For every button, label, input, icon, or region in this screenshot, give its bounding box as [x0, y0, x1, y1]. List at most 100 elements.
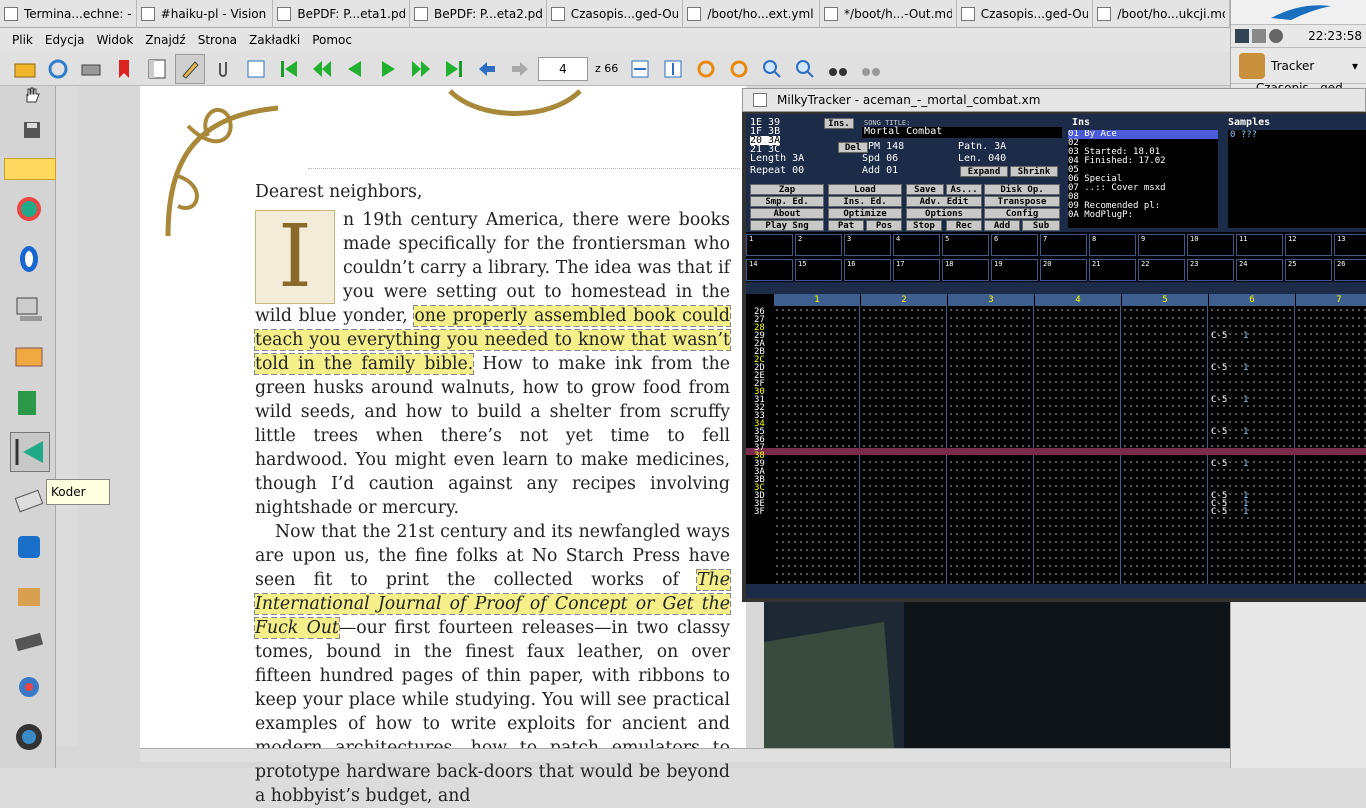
- computer-icon[interactable]: [14, 294, 44, 324]
- horizontal-scrollbar[interactable]: [140, 748, 1230, 762]
- zoom-in-icon[interactable]: [757, 54, 787, 84]
- hand-tool-icon[interactable]: [22, 86, 42, 106]
- drive-icon[interactable]: [14, 626, 44, 656]
- close-box-icon[interactable]: [753, 93, 767, 107]
- channel-scope[interactable]: 4: [893, 234, 940, 256]
- channel-scope[interactable]: 22: [1138, 259, 1185, 281]
- instrument-list[interactable]: 01 By Ace 02 03 Started: 18.01 04 Finished:…: [1068, 130, 1218, 228]
- add-button[interactable]: Add: [984, 220, 1020, 231]
- disk-op-button[interactable]: Disk Op.: [984, 184, 1060, 195]
- menu-item[interactable]: Widok: [90, 33, 139, 47]
- load-button[interactable]: Load: [828, 184, 902, 195]
- package-icon[interactable]: [14, 580, 44, 610]
- channel-header[interactable]: 5: [1122, 294, 1208, 306]
- previous-page-icon[interactable]: [340, 54, 370, 84]
- note-cell[interactable]: C-5: [1211, 428, 1227, 437]
- channel-scope[interactable]: 20: [1040, 259, 1087, 281]
- reload-icon[interactable]: [43, 54, 73, 84]
- instrument-cell[interactable]: 1: [1243, 396, 1248, 405]
- channel-column[interactable]: [1209, 306, 1295, 584]
- instrument-item[interactable]: 0A ModPlugP:: [1068, 211, 1218, 220]
- taskbar-tab[interactable]: BePDF: P...eta2.pdf: [410, 0, 547, 28]
- media-player-icon[interactable]: [14, 722, 44, 752]
- taskbar-tab[interactable]: Termina...echne: --: [0, 0, 137, 28]
- channel-scope[interactable]: 9: [1138, 234, 1185, 256]
- rotate-left-icon[interactable]: [724, 54, 754, 84]
- channel-scope[interactable]: 16: [844, 259, 891, 281]
- channel-header[interactable]: 6: [1209, 294, 1295, 306]
- channel-scope[interactable]: 5: [942, 234, 989, 256]
- taskbar-tab[interactable]: */boot/h...-Out.md: [820, 0, 957, 28]
- taskbar-tab[interactable]: BePDF: P...eta1.pdf: [273, 0, 411, 28]
- note-cell[interactable]: C-5: [1211, 508, 1227, 517]
- fast-forward-icon[interactable]: [406, 54, 436, 84]
- transpose-button[interactable]: Transpose: [984, 196, 1060, 207]
- expand-button[interactable]: Expand: [960, 166, 1008, 177]
- forward-icon[interactable]: [505, 54, 535, 84]
- tracker-app-button[interactable]: Tracker ▾: [1231, 48, 1366, 84]
- instrument-item[interactable]: 01 By Ace: [1068, 130, 1218, 139]
- instrument-cell[interactable]: 1: [1243, 332, 1248, 341]
- back-icon[interactable]: [472, 54, 502, 84]
- rotate-right-icon[interactable]: [691, 54, 721, 84]
- ins-ed-button[interactable]: Ins. Ed.: [828, 196, 902, 207]
- channel-column[interactable]: [948, 306, 1034, 584]
- channel-scope[interactable]: 7: [1040, 234, 1087, 256]
- channel-scope[interactable]: 18: [942, 259, 989, 281]
- last-page-icon[interactable]: [439, 54, 469, 84]
- channel-scope[interactable]: 12: [1285, 234, 1332, 256]
- sidebar-toggle-icon[interactable]: [142, 54, 172, 84]
- channel-scope[interactable]: 10: [1187, 234, 1234, 256]
- optimize-button[interactable]: Optimize: [828, 208, 902, 219]
- fit-width-icon[interactable]: [625, 54, 655, 84]
- ins-button[interactable]: Ins.: [824, 118, 854, 129]
- channel-header[interactable]: 2: [861, 294, 947, 306]
- pos-button[interactable]: Pos: [866, 220, 902, 231]
- channel-scope[interactable]: 21: [1089, 259, 1136, 281]
- instrument-item[interactable]: 07 ..:: Cover msxd: [1068, 184, 1218, 193]
- taskbar-tab[interactable]: Czasopis...ged-Out: [957, 0, 1094, 28]
- annotate-pen-icon[interactable]: [175, 53, 205, 84]
- channel-scope[interactable]: 26: [1334, 259, 1366, 281]
- instrument-item[interactable]: 04 Finished: 17.02: [1068, 157, 1218, 166]
- home-folder-icon[interactable]: [14, 340, 44, 370]
- channel-column[interactable]: [861, 306, 947, 584]
- channel-scope[interactable]: 15: [795, 259, 842, 281]
- play-sng-button[interactable]: Play Sng: [750, 220, 824, 231]
- channel-header[interactable]: 4: [1035, 294, 1121, 306]
- clock[interactable]: 22:23:58: [1308, 29, 1362, 43]
- note-cell[interactable]: C-5: [1211, 396, 1227, 405]
- open-folder-icon[interactable]: [10, 54, 40, 84]
- rewind-icon[interactable]: [307, 54, 337, 84]
- channel-column[interactable]: [774, 306, 860, 584]
- shrink-button[interactable]: Shrink: [1010, 166, 1058, 177]
- menu-item[interactable]: Strona: [192, 33, 243, 47]
- channel-column[interactable]: [1035, 306, 1121, 584]
- sub-button[interactable]: Sub: [1022, 220, 1060, 231]
- pat-button[interactable]: Pat: [828, 220, 864, 231]
- cpu-meter-icon[interactable]: [1235, 29, 1249, 43]
- channel-scope[interactable]: 3: [844, 234, 891, 256]
- highlight-note-icon[interactable]: [4, 158, 56, 180]
- note-cell[interactable]: C-5: [1211, 364, 1227, 373]
- channel-scope[interactable]: 17: [893, 259, 940, 281]
- sample-list[interactable]: 0 ???: [1228, 130, 1366, 228]
- fit-height-icon[interactable]: [658, 54, 688, 84]
- people-icon[interactable]: [14, 244, 44, 274]
- settings-icon[interactable]: [14, 672, 44, 702]
- channel-scope[interactable]: 14: [746, 259, 793, 281]
- channel-scope[interactable]: 13: [1334, 234, 1366, 256]
- channel-column[interactable]: [1296, 306, 1366, 584]
- applications-icon[interactable]: [14, 388, 44, 418]
- taskbar-tab[interactable]: /boot/ho...ukcji.md: [1093, 0, 1231, 28]
- channel-header[interactable]: 1: [774, 294, 860, 306]
- zap-button[interactable]: Zap: [750, 184, 824, 195]
- sample-item[interactable]: 0 ???: [1228, 130, 1366, 140]
- instrument-cell[interactable]: 1: [1243, 428, 1248, 437]
- channel-column[interactable]: [1122, 306, 1208, 584]
- channel-scope[interactable]: 19: [991, 259, 1038, 281]
- attachment-icon[interactable]: [208, 54, 238, 84]
- mail-icon[interactable]: [14, 484, 44, 514]
- config-button[interactable]: Config: [984, 208, 1060, 219]
- options-button[interactable]: Options: [906, 208, 982, 219]
